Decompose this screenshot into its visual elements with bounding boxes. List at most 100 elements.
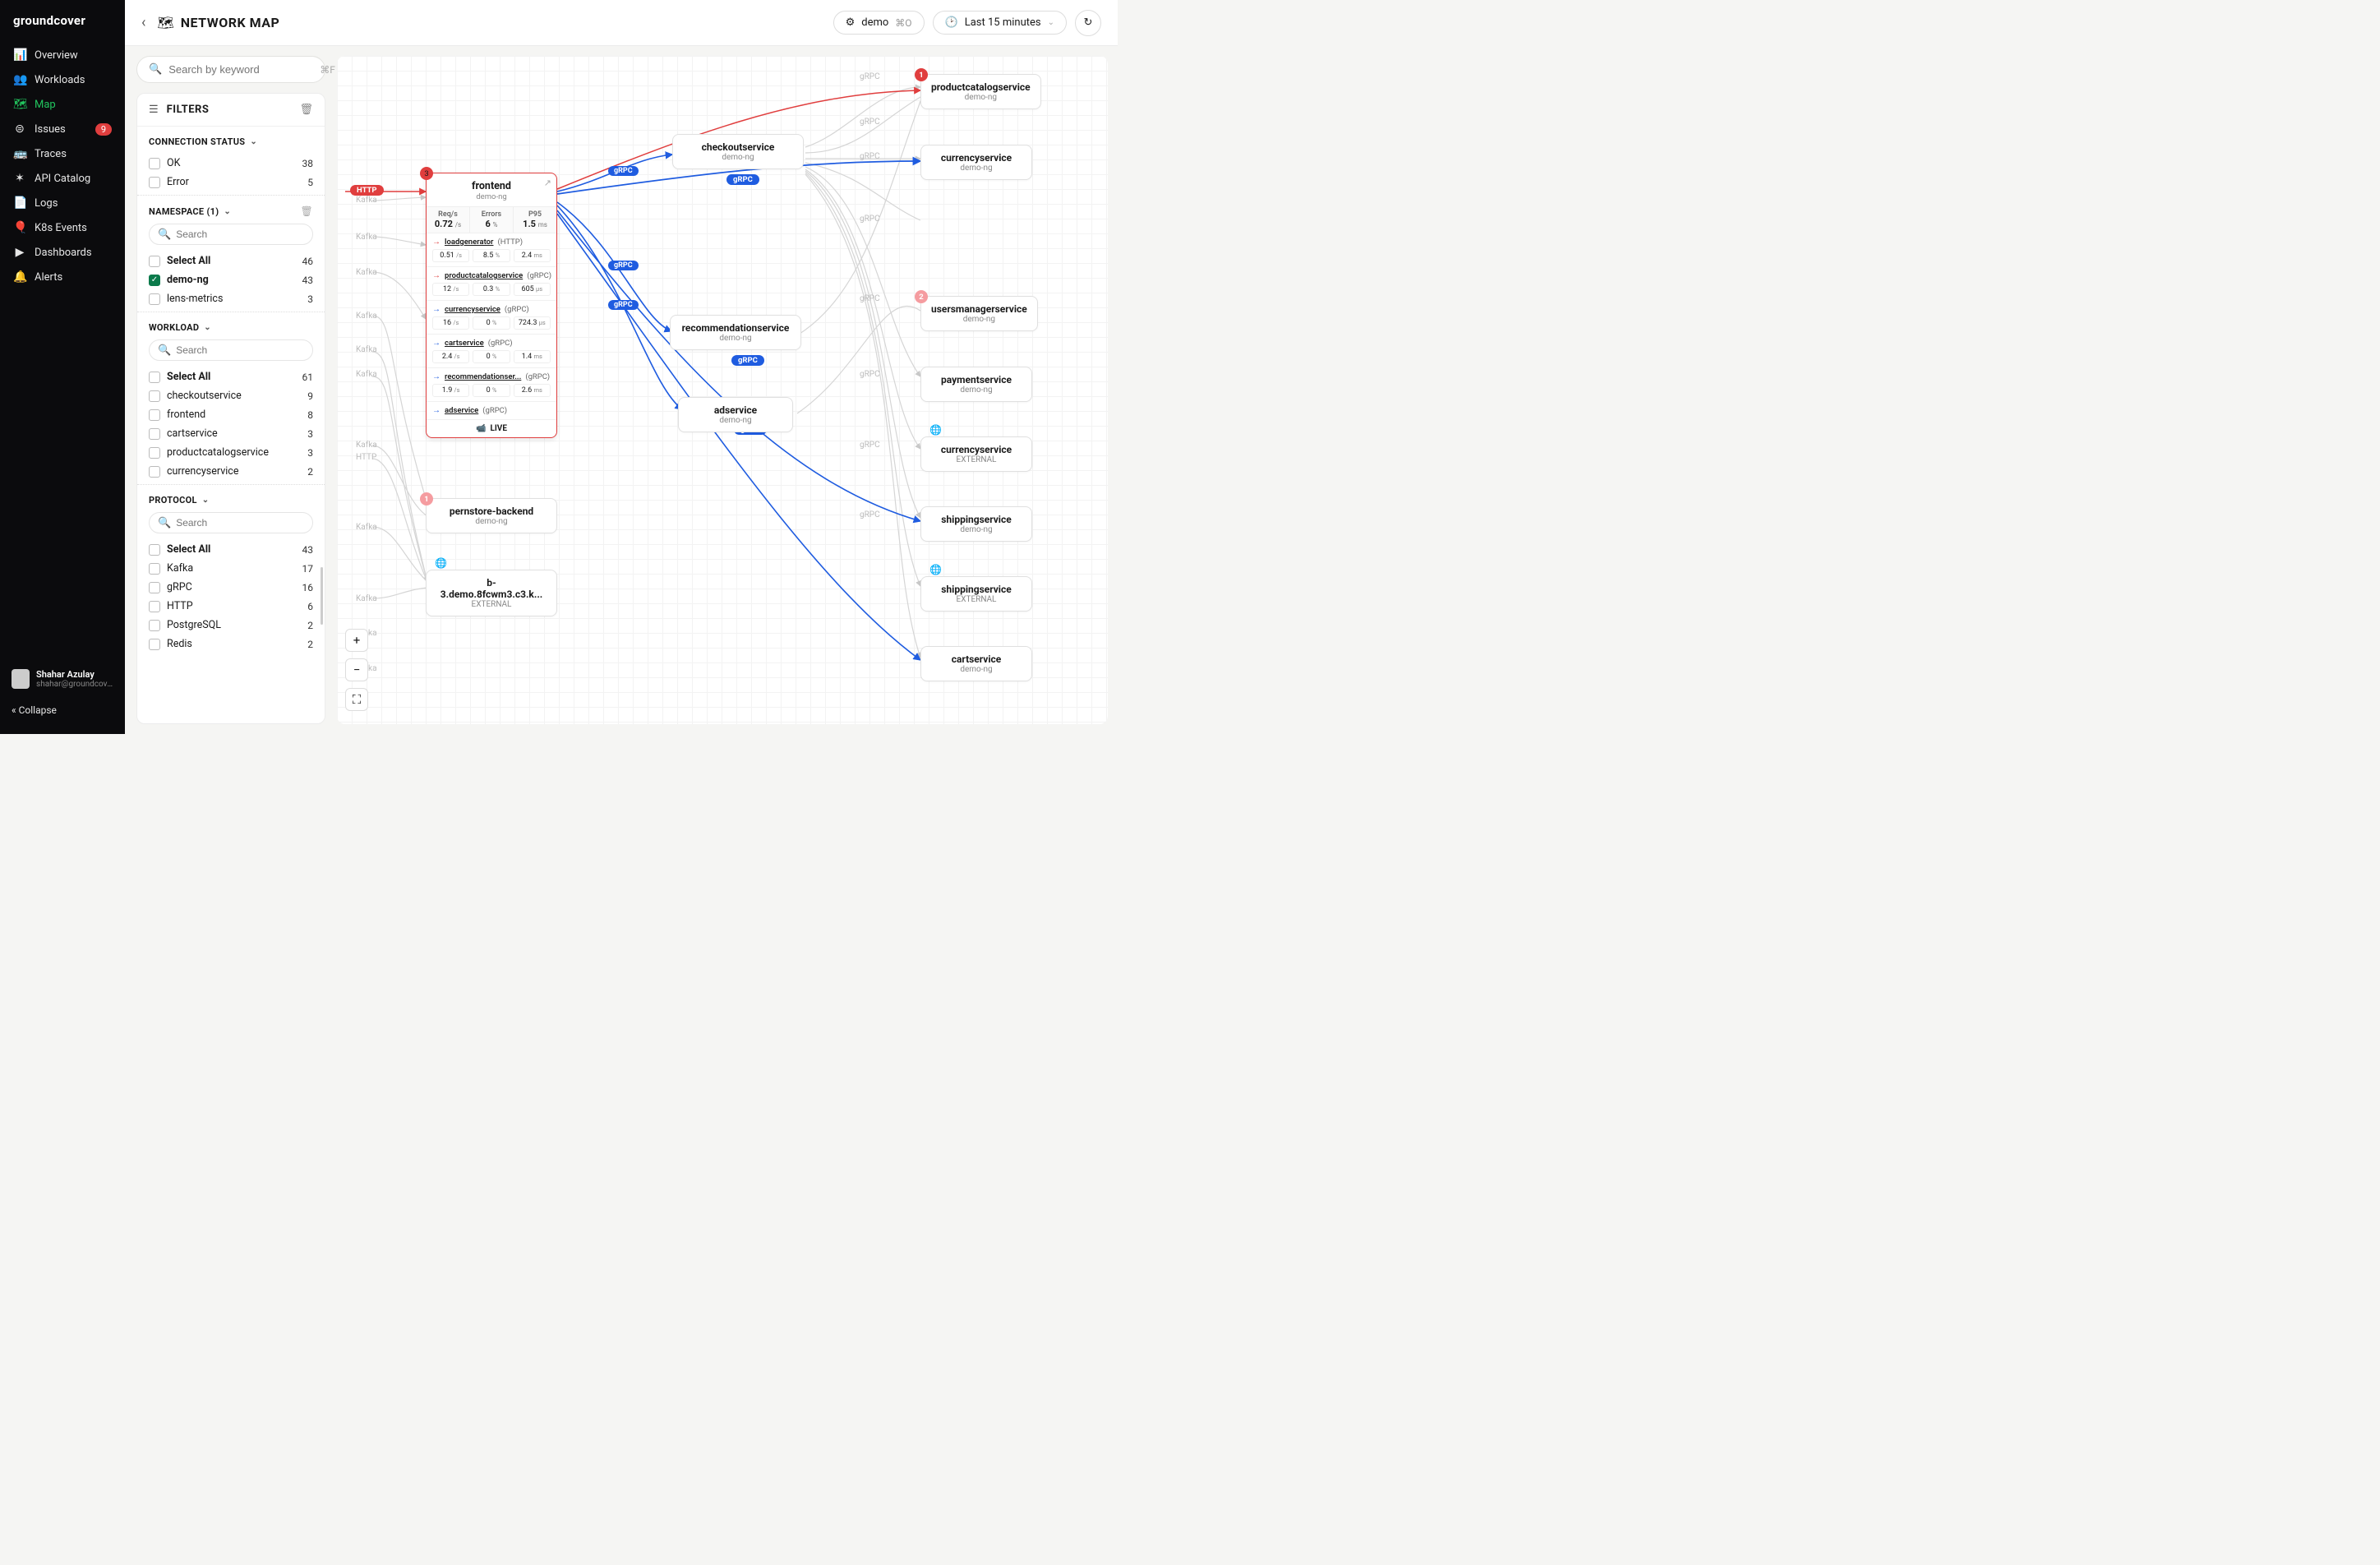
zoom-out-button[interactable]: − [345, 658, 368, 681]
popout-icon[interactable]: ↗ [544, 178, 551, 188]
nav-item-map[interactable]: 🗺Map [0, 92, 125, 117]
checkbox[interactable] [149, 372, 160, 383]
conn-row[interactable]: →productcatalogservice (gRPC)12 /s0.3 %6… [427, 266, 556, 300]
filter-group-namespace: NAMESPACE (1)⌄🗑 🔍 Select All46✓demo-ng43… [137, 196, 325, 312]
filter-row[interactable]: PostgreSQL2 [149, 616, 313, 635]
edge-label-kafka: Kafka [356, 523, 377, 532]
proto-grpc-pill: gRPC [608, 166, 639, 176]
filter-row[interactable]: gRPC16 [149, 578, 313, 597]
nav-item-k8s-events[interactable]: 🎈K8s Events [0, 215, 125, 240]
filter-row[interactable]: Select All61 [149, 367, 313, 386]
node-currencyservice-ext[interactable]: 🌐 currencyserviceEXTERNAL [920, 436, 1032, 472]
collapse-sidebar[interactable]: « Collapse [0, 696, 125, 724]
nav-item-logs[interactable]: 📄Logs [0, 191, 125, 215]
filter-row[interactable]: Select All46 [149, 252, 313, 270]
env-picker[interactable]: ⚙ demo ⌘O [833, 11, 925, 35]
nav-item-dashboards[interactable]: ▶Dashboards [0, 240, 125, 265]
filter-row[interactable]: Kafka17 [149, 559, 313, 578]
conn-row[interactable]: →cartservice (gRPC)2.4 /s0 %1.4 ms [427, 334, 556, 367]
filter-row[interactable]: frontend8 [149, 405, 313, 424]
checkbox[interactable] [149, 601, 160, 612]
filter-row[interactable]: Redis2 [149, 635, 313, 653]
nav-item-alerts[interactable]: 🔔Alerts [0, 265, 125, 289]
checkbox[interactable] [149, 256, 160, 267]
header: ‹ 🗺 NETWORK MAP ⚙ demo ⌘O 🕑 Last 15 minu… [125, 0, 1118, 46]
node-adservice[interactable]: adservicedemo-ng [678, 397, 793, 432]
env-label: demo [861, 16, 888, 29]
checkbox[interactable] [149, 293, 160, 305]
checkbox[interactable] [149, 158, 160, 169]
checkbox[interactable]: ✓ [149, 275, 160, 286]
proto-grpc-pill: gRPC [608, 261, 639, 270]
clear-filters-button[interactable]: 🗑 [299, 104, 313, 116]
filter-row[interactable]: productcatalogservice3 [149, 443, 313, 462]
filter-row[interactable]: cartservice3 [149, 424, 313, 443]
nav-item-overview[interactable]: 📊Overview [0, 43, 125, 67]
nav-item-workloads[interactable]: 👥Workloads [0, 67, 125, 92]
filter-row[interactable]: HTTP6 [149, 597, 313, 616]
sidebar: groundcover 📊Overview👥Workloads🗺Map⊜Issu… [0, 0, 125, 734]
node-usersmanagerservice[interactable]: 2 usersmanagerservicedemo-ng [920, 296, 1038, 331]
arrow-icon: → [432, 406, 440, 415]
filter-row[interactable]: checkoutservice9 [149, 386, 313, 405]
node-shippingservice-ext[interactable]: 🌐 shippingserviceEXTERNAL [920, 576, 1032, 612]
node-recommendationservice[interactable]: recommendationservicedemo-ng [670, 315, 801, 350]
ns-search[interactable]: 🔍 [149, 224, 313, 245]
node-paymentservice[interactable]: paymentservicedemo-ng [920, 367, 1032, 402]
clear-ns-button[interactable]: 🗑 [300, 205, 313, 217]
checkbox[interactable] [149, 447, 160, 459]
node-currencyservice[interactable]: currencyservicedemo-ng [920, 145, 1032, 180]
conn-row[interactable]: →adservice (gRPC) [427, 401, 556, 419]
time-picker[interactable]: 🕑 Last 15 minutes ⌄ [933, 11, 1067, 35]
filter-icon: ☰ [149, 104, 159, 116]
filter-row[interactable]: OK38 [149, 154, 313, 173]
node-b3-external[interactable]: 🌐 b-3.demo.8fcwm3.c3.k...EXTERNAL [426, 570, 557, 616]
chevron-down-icon: ⌄ [204, 323, 211, 332]
checkbox[interactable] [149, 409, 160, 421]
nav: 📊Overview👥Workloads🗺Map⊜Issues9🚌Traces✶A… [0, 43, 125, 662]
user-block[interactable]: Shahar Azulay shahar@groundcover... [0, 662, 125, 696]
clock-icon: 🕑 [945, 16, 958, 29]
nav-icon: 🎈 [13, 221, 26, 234]
node-pernstore-backend[interactable]: 1 pernstore-backenddemo-ng [426, 498, 557, 533]
ns-search-input[interactable] [176, 229, 304, 240]
filter-row[interactable]: currencyservice2 [149, 462, 313, 481]
checkbox[interactable] [149, 428, 160, 440]
filter-row[interactable]: lens-metrics3 [149, 289, 313, 308]
wl-search[interactable]: 🔍 [149, 339, 313, 361]
node-cartservice[interactable]: cartservicedemo-ng [920, 646, 1032, 681]
refresh-button[interactable]: ↻ [1075, 10, 1101, 36]
search-box[interactable]: 🔍 ⌘F [136, 56, 325, 83]
checkbox[interactable] [149, 582, 160, 593]
checkbox[interactable] [149, 544, 160, 556]
node-shippingservice[interactable]: shippingservicedemo-ng [920, 506, 1032, 542]
checkbox[interactable] [149, 563, 160, 575]
checkbox[interactable] [149, 466, 160, 478]
proto-search-input[interactable] [176, 517, 304, 529]
checkbox[interactable] [149, 639, 160, 650]
fullscreen-button[interactable]: ⛶ [345, 688, 368, 711]
checkbox[interactable] [149, 620, 160, 631]
conn-row[interactable]: →loadgenerator (HTTP)0.51 /s8.5 %2.4 ms [427, 233, 556, 266]
node-productcatalogservice[interactable]: 1 productcatalogservicedemo-ng [920, 74, 1041, 109]
wl-search-input[interactable] [176, 344, 304, 356]
nav-item-traces[interactable]: 🚌Traces [0, 141, 125, 166]
node-checkoutservice[interactable]: checkoutservicedemo-ng [672, 134, 804, 169]
filter-row[interactable]: ✓demo-ng43 [149, 270, 313, 289]
filter-row[interactable]: Error5 [149, 173, 313, 192]
checkbox[interactable] [149, 177, 160, 188]
conn-row[interactable]: →currencyservice (gRPC)16 /s0 %724.3 µs [427, 300, 556, 334]
network-map-canvas[interactable]: Kafka Kafka Kafka Kafka Kafka Kafka Kafk… [337, 56, 1108, 724]
search-input[interactable] [168, 63, 313, 76]
zoom-in-button[interactable]: + [345, 629, 368, 652]
arrow-icon: → [432, 271, 440, 280]
node-frontend-selected[interactable]: 3 ↗ frontend demo-ng Req/s0.72 /sErrors6… [426, 173, 557, 438]
proto-search[interactable]: 🔍 [149, 512, 313, 533]
search-kbd: ⌘F [320, 64, 335, 76]
checkbox[interactable] [149, 390, 160, 402]
conn-row[interactable]: →recommendationser... (gRPC)1.9 /s0 %2.6… [427, 367, 556, 401]
filter-row[interactable]: Select All43 [149, 540, 313, 559]
back-button[interactable]: ‹ [141, 14, 145, 31]
nav-item-api-catalog[interactable]: ✶API Catalog [0, 166, 125, 191]
nav-item-issues[interactable]: ⊜Issues9 [0, 117, 125, 141]
